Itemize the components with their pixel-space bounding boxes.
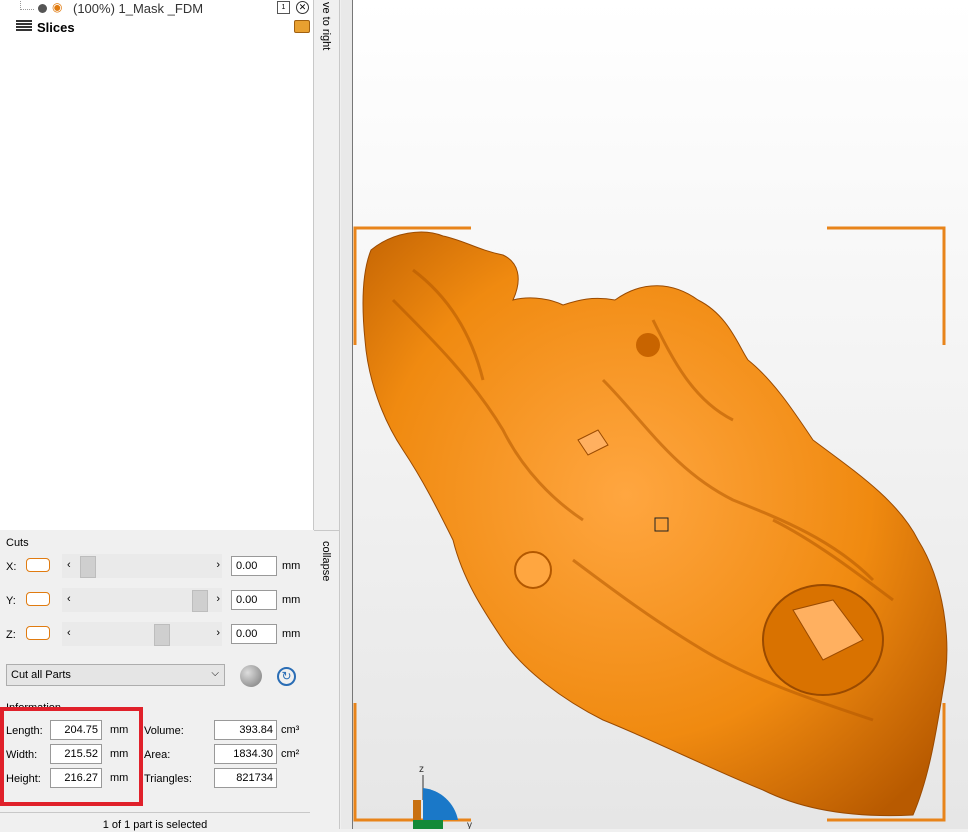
left-panel: ◉ (100%) 1_Mask _FDM 1 ✕ Slices Cuts X: … xyxy=(0,0,314,831)
cut-x-input[interactable]: 0.00 xyxy=(231,556,277,576)
collapse-tab[interactable]: collapse xyxy=(320,541,332,581)
volume-value: 393.84 xyxy=(214,720,277,740)
axis-label: Y: xyxy=(6,595,16,607)
cut-mode-select[interactable]: Cut all Parts ⌵ xyxy=(6,664,225,686)
part-count-badge: 1 xyxy=(277,1,290,14)
axis-y-label: y xyxy=(467,820,472,829)
axis-label: X: xyxy=(6,561,17,573)
move-to-right-tab[interactable]: ve to right xyxy=(320,2,332,50)
slider-thumb[interactable] xyxy=(192,590,208,612)
triangles-value: 821734 xyxy=(214,768,277,788)
slider-thumb[interactable] xyxy=(154,624,170,646)
unit-label: mm xyxy=(282,594,301,606)
unit-label: mm xyxy=(282,628,301,640)
cut-x-slider[interactable]: ‹ › xyxy=(62,554,222,578)
area-unit: cm² xyxy=(281,748,300,760)
reset-icon[interactable]: ↻ xyxy=(277,667,296,686)
remove-part-icon[interactable]: ✕ xyxy=(296,1,309,14)
cut-y-input[interactable]: 0.00 xyxy=(231,590,277,610)
triangles-label: Triangles: xyxy=(144,773,192,785)
cut-y-toggle[interactable] xyxy=(26,592,50,606)
slices-icon xyxy=(16,20,32,32)
unit-label: mm xyxy=(282,560,301,572)
cut-row-z: Z: ‹ › 0.00 mm xyxy=(0,622,314,650)
part-tree: ◉ (100%) 1_Mask _FDM 1 ✕ Slices xyxy=(0,0,314,530)
volume-unit: cm³ xyxy=(281,724,300,736)
slider-thumb[interactable] xyxy=(80,556,96,578)
3d-viewport[interactable]: z y xyxy=(341,0,968,831)
chevron-left-icon[interactable]: ‹ xyxy=(67,627,71,639)
chevron-left-icon[interactable]: ‹ xyxy=(67,593,71,605)
side-strip: ve to right collapse xyxy=(314,0,340,829)
chevron-right-icon[interactable]: › xyxy=(216,559,220,571)
chevron-left-icon[interactable]: ‹ xyxy=(67,559,71,571)
open-folder-icon[interactable] xyxy=(294,20,310,33)
viewport-canvas[interactable]: z y xyxy=(352,0,968,831)
chevron-down-icon: ⌵ xyxy=(211,668,219,679)
scene-svg: z y xyxy=(353,226,948,831)
side-divider xyxy=(314,530,340,531)
area-label: Area: xyxy=(144,749,171,761)
cut-z-toggle[interactable] xyxy=(26,626,50,640)
axis-label: Z: xyxy=(6,629,16,641)
part-name: (100%) 1_Mask _FDM xyxy=(73,1,204,16)
cut-sphere-icon[interactable] xyxy=(240,665,262,687)
cut-z-input[interactable]: 0.00 xyxy=(231,624,277,644)
chevron-right-icon[interactable]: › xyxy=(216,627,220,639)
tree-connector xyxy=(20,1,34,10)
triangles-row: Triangles: 821734 xyxy=(144,768,310,790)
area-value: 1834.30 xyxy=(214,744,277,764)
cut-z-slider[interactable]: ‹ › xyxy=(62,622,222,646)
status-dot-icon xyxy=(38,4,47,13)
volume-label: Volume: xyxy=(144,725,184,737)
cut-x-toggle[interactable] xyxy=(26,558,50,572)
cuts-title: Cuts xyxy=(6,537,29,549)
volume-row: Volume: 393.84 cm³ xyxy=(144,720,310,742)
chevron-right-icon[interactable]: › xyxy=(216,593,220,605)
slices-label[interactable]: Slices xyxy=(37,20,75,35)
dimensions-highlight-box xyxy=(0,707,143,806)
part-row[interactable]: ◉ (100%) 1_Mask _FDM 1 ✕ xyxy=(0,1,314,19)
cut-row-x: X: ‹ › 0.00 mm xyxy=(0,554,314,582)
selection-status: 1 of 1 part is selected xyxy=(0,812,310,831)
eye-icon[interactable]: ◉ xyxy=(52,1,66,13)
area-row: Area: 1834.30 cm² xyxy=(144,744,310,766)
cut-row-y: Y: ‹ › 0.00 mm xyxy=(0,588,314,616)
cut-mode-value: Cut all Parts xyxy=(11,669,71,681)
cut-y-slider[interactable]: ‹ › xyxy=(62,588,222,612)
axis-z-label: z xyxy=(419,764,424,775)
